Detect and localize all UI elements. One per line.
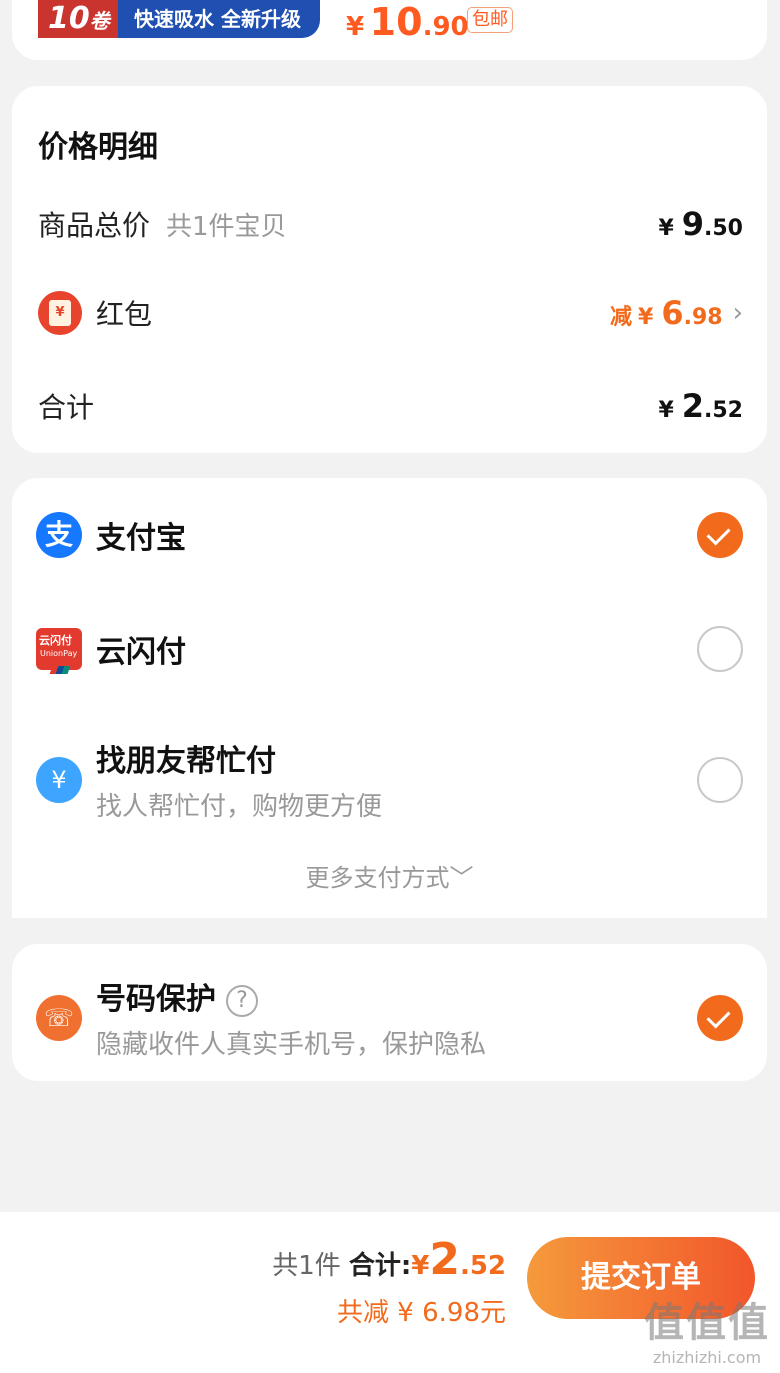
- payment-subtitle: 找人帮忙付，购物更方便: [96, 792, 383, 822]
- bottom-bar: 共1件 合计:¥2.52 共减 ¥ 6.98元 提交订单 值值值 zhizhizh…: [0, 1212, 780, 1373]
- total-amount: ¥2.52: [658, 387, 743, 425]
- banner-number: 10卷: [48, 1, 110, 36]
- protection-text: 号码保护? 隐藏收件人真实手机号，保护隐私: [96, 974, 486, 1061]
- redpack-discount: 减 ¥6.98: [610, 294, 723, 332]
- chevron-down-icon: ﹀: [449, 864, 474, 892]
- alipay-icon: 支: [36, 512, 82, 558]
- product-banner: 10卷 快速吸水 全新升级: [38, 0, 320, 38]
- product-price: ¥ 10.90: [346, 0, 469, 44]
- payment-label: 找朋友帮忙付: [96, 744, 276, 779]
- checkbox-checked-icon[interactable]: [697, 994, 743, 1041]
- protection-subtitle: 隐藏收件人真实手机号，保护隐私: [96, 1030, 487, 1060]
- payment-methods-card: 支 支付宝 云闪付 UnionPay 云闪付 ¥ 找朋友帮忙付 找人帮忙付，购物…: [12, 478, 767, 918]
- payment-label: 云闪付: [96, 635, 186, 670]
- payment-option-friend-pay[interactable]: ¥ 找朋友帮忙付 找人帮忙付，购物更方便: [36, 736, 743, 823]
- number-protection-row[interactable]: ☏ 号码保护? 隐藏收件人真实手机号，保护隐私: [36, 974, 743, 1061]
- phone-shield-icon: ☏: [36, 994, 82, 1041]
- payment-option-alipay[interactable]: 支 支付宝: [36, 512, 743, 558]
- goods-total-row: 商品总价 共1件宝贝 ¥9.50: [38, 204, 743, 244]
- radio-unchecked-icon[interactable]: [697, 756, 743, 803]
- radio-unchecked-icon[interactable]: [697, 626, 743, 672]
- price-detail-header: 价格明细: [38, 122, 743, 166]
- order-summary: 共1件 合计:¥2.52: [272, 1234, 506, 1285]
- watermark: 值值值 zhizhizhi.com: [644, 1300, 770, 1367]
- friend-pay-text: 找朋友帮忙付 找人帮忙付，购物更方便: [96, 736, 382, 823]
- payment-label: 支付宝: [96, 521, 186, 556]
- goods-total-label: 商品总价: [38, 209, 151, 242]
- total-label: 合计: [38, 391, 95, 424]
- total-row: 合计 ¥2.52: [38, 386, 743, 426]
- chevron-right-icon: ›: [732, 298, 743, 328]
- total-label: 合计:: [348, 1251, 412, 1281]
- redpack-row[interactable]: ¥ 红包 减 ¥6.98 ›: [38, 288, 743, 338]
- unionpay-icon: 云闪付 UnionPay: [36, 628, 82, 674]
- product-card: 10卷 快速吸水 全新升级 ¥ 10.90 包邮: [12, 0, 767, 60]
- redpack-label: 红包: [96, 298, 153, 331]
- free-shipping-badge: 包邮: [467, 7, 513, 33]
- saved-amount: 共减 ¥ 6.98元: [337, 1298, 506, 1328]
- price-detail-card: 价格明细 商品总价 共1件宝贝 ¥9.50 ¥ 红包 减 ¥6.98 › 合计 ¥…: [12, 86, 767, 453]
- goods-count: 共1件宝贝: [166, 211, 287, 242]
- protection-title: 号码保护?: [96, 974, 486, 1018]
- help-icon[interactable]: ?: [226, 984, 258, 1017]
- price-detail-title: 价格明细: [38, 130, 158, 165]
- item-count: 共1件: [272, 1251, 341, 1281]
- more-payment-methods[interactable]: 更多支付方式﹀: [12, 858, 767, 893]
- goods-total-amount: ¥9.50: [658, 205, 743, 243]
- friend-pay-icon: ¥: [36, 756, 82, 803]
- number-protection-card: ☏ 号码保护? 隐藏收件人真实手机号，保护隐私: [12, 944, 767, 1081]
- red-packet-icon: ¥: [38, 291, 82, 335]
- payment-option-unionpay[interactable]: 云闪付 UnionPay 云闪付: [36, 626, 743, 674]
- banner-text: 快速吸水 全新升级: [134, 7, 301, 31]
- radio-checked-icon[interactable]: [697, 512, 743, 558]
